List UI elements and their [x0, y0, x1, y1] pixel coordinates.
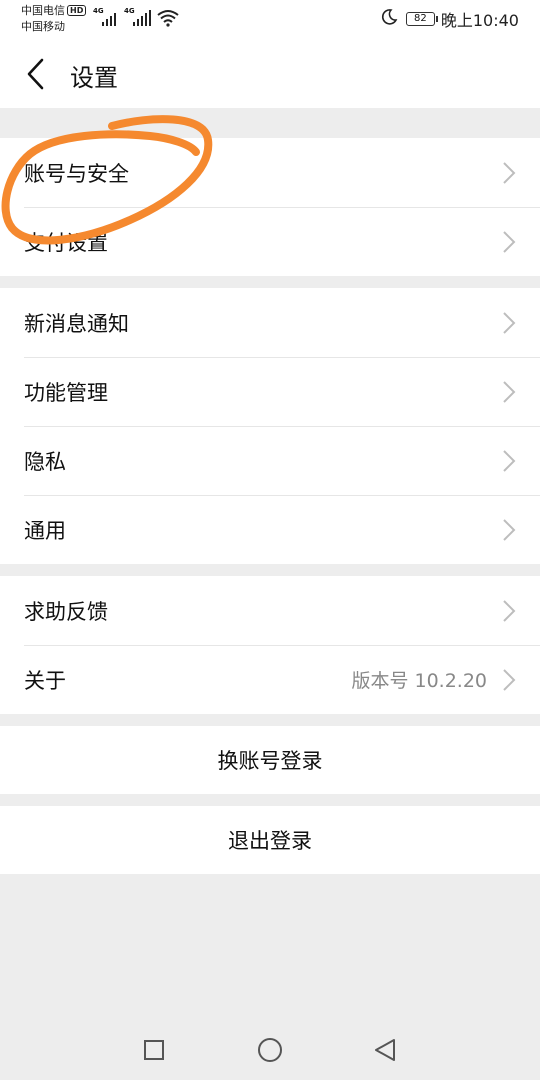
settings-item-label: 隐私 — [24, 449, 66, 474]
system-nav-bar — [0, 1020, 540, 1080]
logout-button[interactable]: 退出登录 — [0, 806, 540, 874]
settings-item-label: 关于 — [24, 668, 66, 693]
signal-icon: 4G — [124, 7, 154, 32]
chevron-right-icon — [503, 449, 516, 472]
network-type-label: 4G — [93, 7, 104, 15]
settings-item-label: 账号与安全 — [24, 161, 129, 186]
settings-item-label: 功能管理 — [24, 380, 108, 405]
carrier-1: 中国电信 — [21, 4, 65, 17]
settings-group-account: 账号与安全 支付设置 — [0, 138, 540, 276]
recent-apps-square-icon[interactable] — [140, 1036, 168, 1064]
chevron-right-icon — [503, 599, 516, 622]
settings-item-label: 通用 — [24, 518, 66, 543]
switch-account-button[interactable]: 换账号登录 — [0, 726, 540, 794]
network-type-label: 4G — [124, 7, 135, 15]
settings-group-general: 新消息通知 功能管理 隐私 通用 — [0, 288, 540, 564]
carrier-info: 中国电信 HD 中国移动 — [21, 3, 87, 35]
settings-item-label: 求助反馈 — [24, 599, 108, 624]
home-circle-icon[interactable] — [256, 1036, 284, 1064]
settings-item-general[interactable]: 通用 — [0, 495, 540, 564]
settings-item-feedback[interactable]: 求助反馈 — [0, 576, 540, 645]
settings-item-privacy[interactable]: 隐私 — [0, 426, 540, 495]
signal-icon: 4G — [93, 7, 121, 32]
carrier-2: 中国移动 — [21, 20, 65, 33]
wifi-icon — [157, 9, 179, 31]
chevron-right-icon — [503, 161, 516, 184]
settings-item-features[interactable]: 功能管理 — [0, 357, 540, 426]
settings-item-label: 新消息通知 — [24, 311, 129, 336]
settings-item-label: 支付设置 — [24, 230, 108, 255]
battery-icon: 82 — [405, 12, 438, 26]
settings-item-notifications[interactable]: 新消息通知 — [0, 288, 540, 357]
status-bar: 中国电信 HD 中国移动 4G 4G 82 晚上10:40 — [0, 0, 540, 40]
page-title: 设置 — [70, 64, 118, 92]
back-arrow-icon[interactable] — [24, 57, 48, 91]
clock: 晚上10:40 — [440, 11, 519, 30]
switch-account-label: 换账号登录 — [217, 749, 323, 773]
moon-icon — [380, 8, 398, 30]
back-triangle-icon[interactable] — [372, 1036, 400, 1064]
settings-item-payment[interactable]: 支付设置 — [0, 207, 540, 276]
chevron-right-icon — [503, 311, 516, 334]
header: 设置 — [0, 40, 540, 108]
version-value: 版本号 10.2.20 — [351, 670, 487, 692]
logout-label: 退出登录 — [228, 829, 312, 853]
chevron-right-icon — [503, 518, 516, 541]
chevron-right-icon — [503, 668, 516, 691]
chevron-right-icon — [503, 380, 516, 403]
settings-item-about[interactable]: 关于 版本号 10.2.20 — [0, 645, 540, 714]
settings-item-account-security[interactable]: 账号与安全 — [0, 138, 540, 207]
hd-badge: HD — [67, 5, 87, 16]
chevron-right-icon — [503, 230, 516, 253]
status-right: 82 晚上10:40 — [380, 8, 519, 30]
settings-group-help: 求助反馈 关于 版本号 10.2.20 — [0, 576, 540, 714]
